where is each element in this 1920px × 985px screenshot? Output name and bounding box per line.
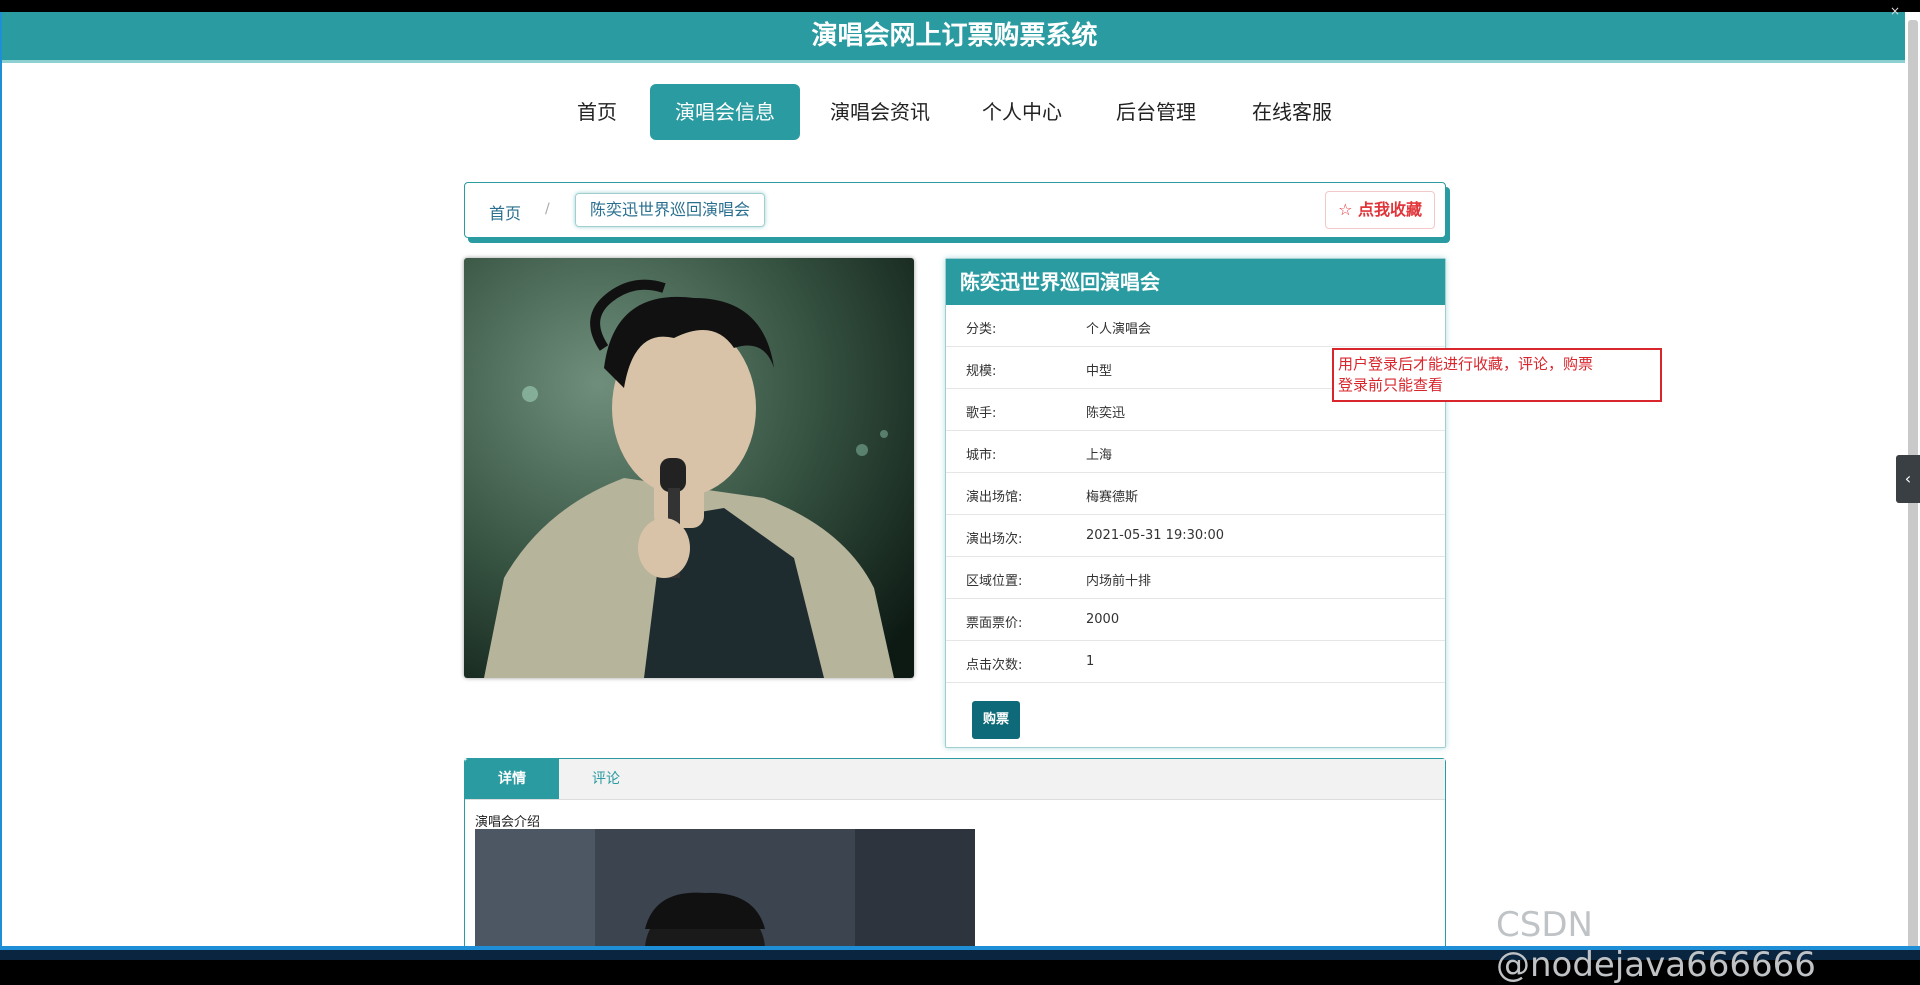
detail-key: 城市: bbox=[966, 448, 997, 463]
concert-detail-card: 陈奕迅世界巡回演唱会 分类: 个人演唱会 规模: 中型 歌手: 陈奕迅 城市: … bbox=[945, 258, 1446, 748]
detail-value: 个人演唱会 bbox=[1086, 322, 1152, 337]
nav-item-personal-center[interactable]: 个人中心 bbox=[972, 84, 1072, 140]
detail-key: 点击次数: bbox=[966, 658, 1023, 673]
breadcrumb-current: 陈奕迅世界巡回演唱会 bbox=[575, 193, 766, 227]
concert-detail-title: 陈奕迅世界巡回演唱会 bbox=[946, 259, 1445, 305]
main-nav: 首页 演唱会信息 演唱会资讯 个人中心 后台管理 在线客服 bbox=[2, 84, 1907, 142]
detail-row: 分类: 个人演唱会 bbox=[946, 305, 1445, 347]
detail-value: 中型 bbox=[1086, 364, 1113, 379]
detail-value: 陈奕迅 bbox=[1086, 406, 1126, 421]
intro-label: 演唱会介绍 bbox=[475, 815, 541, 830]
detail-key: 演出场馆: bbox=[966, 490, 1023, 505]
detail-row: 演出场馆: 梅赛德斯 bbox=[946, 473, 1445, 515]
chevron-left-icon[interactable]: ‹ bbox=[1896, 455, 1920, 503]
detail-key: 票面票价: bbox=[966, 616, 1023, 631]
favorite-button[interactable]: ☆ 点我收藏 bbox=[1325, 191, 1435, 229]
singer-photo bbox=[464, 258, 914, 678]
site-header: 演唱会网上订票购票系统 bbox=[2, 12, 1907, 63]
detail-key: 区域位置: bbox=[966, 574, 1023, 589]
nav-item-online-service[interactable]: 在线客服 bbox=[1240, 84, 1344, 140]
nav-item-home[interactable]: 首页 bbox=[562, 84, 632, 140]
buy-ticket-button[interactable]: 购票 bbox=[972, 701, 1020, 739]
detail-row: 演出场次: 2021-05-31 19:30:00 bbox=[946, 515, 1445, 557]
detail-row: 区域位置: 内场前十排 bbox=[946, 557, 1445, 599]
close-icon[interactable]: × bbox=[1890, 4, 1900, 18]
breadcrumb-separator: / bbox=[545, 201, 550, 217]
breadcrumb-home-link[interactable]: 首页 bbox=[489, 200, 521, 224]
detail-value: 上海 bbox=[1086, 448, 1113, 463]
detail-value: 内场前十排 bbox=[1086, 574, 1152, 589]
detail-value: 1 bbox=[1086, 654, 1095, 669]
notice-line-1: 用户登录后才能进行收藏，评论，购票 bbox=[1338, 355, 1594, 373]
site-title: 演唱会网上订票购票系统 bbox=[811, 21, 1098, 51]
concert-poster-image bbox=[464, 258, 914, 678]
notice-line-2: 登录前只能查看 bbox=[1338, 376, 1444, 394]
tab-details[interactable]: 详情 bbox=[465, 759, 559, 799]
nav-item-concert-news[interactable]: 演唱会资讯 bbox=[820, 84, 940, 140]
detail-key: 规模: bbox=[966, 364, 997, 379]
browser-page: 演唱会网上订票购票系统 首页 演唱会信息 演唱会资讯 个人中心 后台管理 在线客… bbox=[0, 12, 1907, 946]
detail-key: 演出场次: bbox=[966, 532, 1023, 547]
watermark: CSDN @nodejava666666 bbox=[1496, 905, 1816, 985]
login-notice: 用户登录后才能进行收藏，评论，购票 登录前只能查看 bbox=[1332, 348, 1662, 402]
breadcrumb: 首页 / 陈奕迅世界巡回演唱会 ☆ 点我收藏 bbox=[464, 182, 1446, 238]
detail-key: 分类: bbox=[966, 322, 997, 337]
intro-photo bbox=[475, 829, 975, 946]
intro-image bbox=[475, 829, 975, 946]
detail-tabs: 详情 评论 演唱会介绍 bbox=[464, 758, 1446, 946]
nav-item-admin[interactable]: 后台管理 bbox=[1106, 84, 1206, 140]
detail-key: 歌手: bbox=[966, 406, 997, 421]
detail-value: 梅赛德斯 bbox=[1086, 490, 1139, 505]
detail-row: 票面票价: 2000 bbox=[946, 599, 1445, 641]
detail-row: 城市: 上海 bbox=[946, 431, 1445, 473]
detail-row: 点击次数: 1 bbox=[946, 641, 1445, 683]
detail-value: 2000 bbox=[1086, 612, 1120, 627]
nav-item-concert-info[interactable]: 演唱会信息 bbox=[650, 84, 800, 140]
tab-comments[interactable]: 评论 bbox=[559, 759, 653, 799]
tab-header: 详情 评论 bbox=[465, 759, 1445, 800]
detail-value: 2021-05-31 19:30:00 bbox=[1086, 528, 1225, 543]
